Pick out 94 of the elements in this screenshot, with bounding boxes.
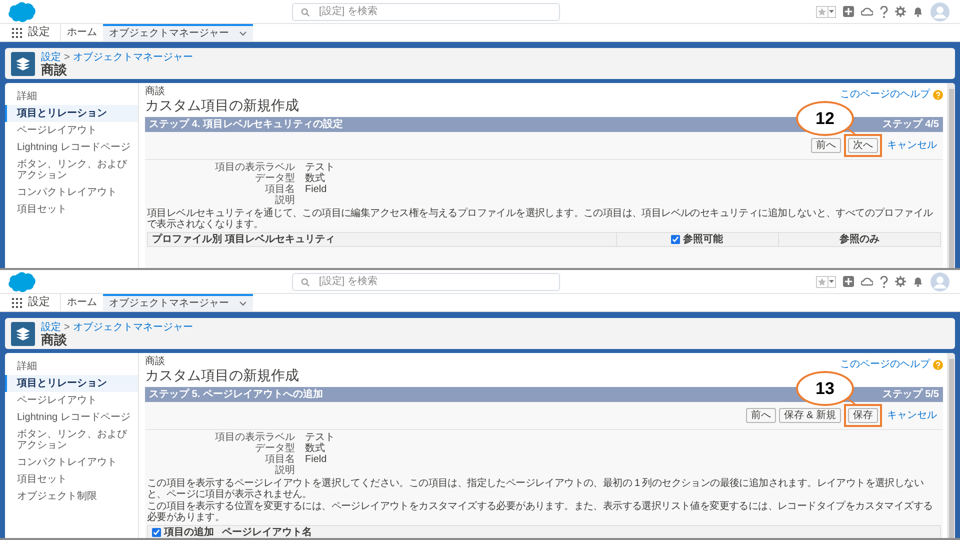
checkbox[interactable] bbox=[152, 528, 161, 537]
cloud-help-icon[interactable] bbox=[861, 6, 873, 17]
page-title: カスタム項目の新規作成 bbox=[145, 367, 300, 383]
callout-tail-drawing[interactable] bbox=[846, 397, 856, 405]
notification-bell-icon[interactable] bbox=[913, 6, 923, 17]
wizard-button[interactable]: 次へ bbox=[848, 138, 878, 153]
notification-bell-icon[interactable] bbox=[913, 276, 923, 287]
chevron-down-icon[interactable] bbox=[239, 301, 247, 306]
breadcrumb-link[interactable]: オブジェクトマネージャー bbox=[72, 52, 193, 64]
page-title: カスタム項目の新規作成 bbox=[145, 97, 300, 113]
help-icon[interactable] bbox=[880, 6, 888, 18]
nav-tab[interactable]: ホーム bbox=[61, 294, 103, 311]
settings-icon[interactable] bbox=[895, 6, 906, 17]
cloud-logo[interactable] bbox=[6, 0, 36, 22]
breadcrumb-separator: > bbox=[64, 322, 70, 333]
field-label: データ型 bbox=[254, 173, 295, 184]
field-value: 数式 bbox=[305, 443, 326, 454]
sidebar-item[interactable]: コンパクトレイアウト bbox=[5, 184, 138, 201]
breadcrumb-link[interactable]: オブジェクトマネージャー bbox=[72, 322, 193, 334]
sidebar-item[interactable]: 項目とリレーション bbox=[5, 105, 138, 122]
app-name: 設定 bbox=[28, 24, 50, 40]
sidebar-item[interactable]: コンパクトレイアウト bbox=[5, 454, 138, 471]
field-value: テスト bbox=[305, 162, 336, 173]
sidebar-item[interactable]: Lightning レコードページ bbox=[5, 139, 138, 156]
sidebar-item[interactable]: 項目セット bbox=[5, 201, 138, 218]
wizard-button[interactable]: 前へ bbox=[746, 408, 776, 423]
sidebar-item[interactable]: ページレイアウト bbox=[5, 122, 138, 139]
nav-tab[interactable]: オブジェクトマネージャー bbox=[103, 24, 253, 41]
sidebar-item[interactable]: ボタン、リンク、およびアクション bbox=[5, 156, 138, 184]
instruction-text: この項目を表示する位置を変更するには、ページレイアウトをカスタマイズする必要があります。また、表示する選択リスト値を変更するには、レコードタイプをカスタマイズする必要があります。 bbox=[147, 501, 934, 523]
field-label: 項目名 bbox=[264, 184, 295, 195]
sidebar-item[interactable]: 項目セット bbox=[5, 471, 138, 488]
cloud-help-icon[interactable] bbox=[861, 276, 873, 287]
breadcrumb-link[interactable]: 設定 bbox=[41, 52, 61, 64]
stacked-layers-icon[interactable] bbox=[11, 52, 35, 76]
sidebar-item[interactable]: ページレイアウト bbox=[5, 392, 138, 409]
cancel-link[interactable]: キャンセル bbox=[887, 408, 937, 423]
wizard-button[interactable]: 保存 & 新規 bbox=[778, 408, 841, 423]
wizard-button[interactable]: 前へ bbox=[811, 138, 841, 153]
field-label: 項目の表示ラベル bbox=[214, 432, 295, 443]
field-value: テスト bbox=[305, 432, 336, 443]
plus-icon[interactable] bbox=[843, 276, 854, 287]
sidebar-item[interactable]: 詳細 bbox=[5, 88, 138, 105]
object-title: 商談 bbox=[41, 334, 68, 346]
page-label: 商談 bbox=[145, 87, 166, 97]
column-header: プロファイル別 項目レベルセキュリティ bbox=[152, 232, 335, 247]
step-title: ステップ 4. 項目レベルセキュリティの設定 bbox=[149, 117, 343, 132]
sidebar-item[interactable]: 詳細 bbox=[5, 358, 138, 375]
help-link[interactable]: このページのヘルプ bbox=[840, 357, 930, 372]
app-launcher-icon[interactable] bbox=[12, 298, 22, 308]
chevron-down-icon[interactable] bbox=[239, 31, 247, 36]
search-icon[interactable] bbox=[301, 8, 310, 16]
app-launcher-icon[interactable] bbox=[12, 28, 22, 38]
breadcrumb-separator: > bbox=[64, 52, 70, 63]
field-label: 説明 bbox=[274, 195, 295, 206]
step-count: ステップ 4/5 bbox=[882, 117, 939, 132]
cancel-link[interactable]: キャンセル bbox=[887, 138, 937, 153]
field-label: 項目名 bbox=[264, 454, 295, 465]
plus-icon[interactable] bbox=[843, 6, 854, 17]
help-icon[interactable] bbox=[880, 276, 888, 288]
sidebar-item[interactable]: ボタン、リンク、およびアクション bbox=[5, 426, 138, 454]
field-value: Field bbox=[305, 184, 328, 195]
app-name: 設定 bbox=[28, 294, 50, 310]
page-label: 商談 bbox=[145, 357, 166, 367]
column-header: 参照可能 bbox=[683, 232, 724, 247]
instruction-text: この項目を表示するページレイアウトを選択してください。この項目は、指定したページレイアウトの、最初の 1 列のセクションの最後に追加されます。レイアウトを選択しないと、ページに項目が表示されません。 bbox=[147, 478, 925, 500]
callout-tail-drawing[interactable] bbox=[846, 127, 856, 135]
breadcrumb-link[interactable]: 設定 bbox=[41, 322, 61, 334]
sidebar-item[interactable]: Lightning レコードページ bbox=[5, 409, 138, 426]
nav-tab[interactable]: オブジェクトマネージャー bbox=[103, 294, 253, 311]
instruction-text: 項目レベルセキュリティを通じて、この項目に編集アクセス権を与えるプロファイルを選択します。この項目は、項目レベルのセキュリティに追加しないと、すべてのプロファイルで表示されなくなります。 bbox=[147, 208, 934, 230]
settings-icon[interactable] bbox=[895, 276, 906, 287]
search-icon[interactable] bbox=[301, 278, 310, 286]
field-label: データ型 bbox=[254, 443, 295, 454]
checkbox[interactable] bbox=[671, 235, 680, 244]
sidebar-item[interactable]: 項目とリレーション bbox=[5, 375, 138, 392]
column-header: 項目の追加 bbox=[164, 526, 214, 538]
nav-tab[interactable]: ホーム bbox=[61, 24, 103, 41]
field-value: 数式 bbox=[305, 173, 326, 184]
search-field[interactable]: [設定] を検索 bbox=[292, 272, 560, 290]
search-field[interactable]: [設定] を検索 bbox=[292, 2, 560, 20]
sidebar-item[interactable]: オブジェクト制限 bbox=[5, 488, 138, 505]
wizard-button[interactable]: 保存 bbox=[848, 408, 878, 423]
step-title: ステップ 5. ページレイアウトへの追加 bbox=[149, 387, 323, 402]
cloud-logo[interactable] bbox=[6, 270, 36, 292]
field-label: 説明 bbox=[274, 465, 295, 476]
object-title: 商談 bbox=[41, 64, 68, 76]
stacked-layers-icon[interactable] bbox=[11, 322, 35, 346]
column-header: 参照のみ bbox=[839, 232, 880, 247]
step-count: ステップ 5/5 bbox=[882, 387, 939, 402]
field-label: 項目の表示ラベル bbox=[214, 162, 295, 173]
column-header: ページレイアウト名 bbox=[222, 526, 312, 538]
help-link[interactable]: このページのヘルプ bbox=[840, 87, 930, 102]
field-value: Field bbox=[305, 454, 328, 465]
